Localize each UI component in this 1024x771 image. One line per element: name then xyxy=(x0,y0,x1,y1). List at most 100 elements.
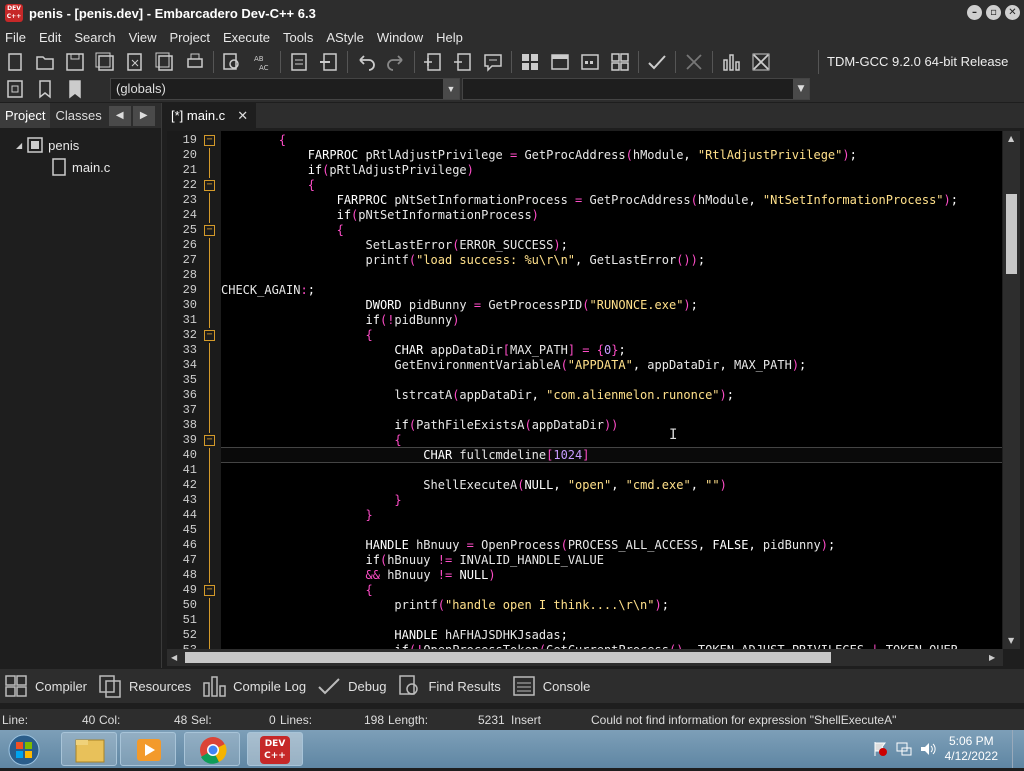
code-line[interactable]: 37 xyxy=(167,403,1002,418)
scope-combo[interactable]: (globals) ▼ xyxy=(110,78,460,100)
syntax-check-icon[interactable] xyxy=(646,51,668,73)
horizontal-scrollbar[interactable]: ◀ ▶ xyxy=(167,649,1003,666)
compiler-select[interactable]: TDM-GCC 9.2.0 64-bit Release xyxy=(818,50,1024,74)
project-options-icon[interactable] xyxy=(482,51,504,73)
code-line[interactable]: 32− { xyxy=(167,328,1002,343)
code-line[interactable]: 34 GetEnvironmentVariableA("APPDATA", ap… xyxy=(167,358,1002,373)
tab-resources[interactable]: Resources xyxy=(97,673,191,699)
replace-icon[interactable]: AB AC xyxy=(251,51,273,73)
run-icon[interactable] xyxy=(549,51,571,73)
code-line[interactable]: 39− { xyxy=(167,433,1002,448)
code-line[interactable]: 25− { xyxy=(167,223,1002,238)
code-line[interactable]: 30 DWORD pidBunny = GetProcessPID("RUNON… xyxy=(167,298,1002,313)
taskbar-devcpp[interactable]: DEV C++ xyxy=(247,732,303,766)
code-line[interactable]: 20 FARPROC pRtlAdjustPrivilege = GetProc… xyxy=(167,148,1002,163)
remove-file-icon[interactable] xyxy=(452,51,474,73)
scroll-left-icon[interactable]: ◀ xyxy=(171,653,177,662)
insert-code-icon[interactable] xyxy=(4,78,26,100)
code-line[interactable]: 33 CHAR appDataDir[MAX_PATH] = {0}; xyxy=(167,343,1002,358)
goto-bookmark-icon[interactable] xyxy=(64,78,86,100)
scroll-down-icon[interactable]: ▼ xyxy=(1008,636,1014,645)
chevron-down-icon[interactable]: ▼ xyxy=(793,79,809,99)
tree-project-node[interactable]: ◢ penis xyxy=(0,134,161,156)
menu-tools[interactable]: Tools xyxy=(283,30,313,45)
collapse-arrow-icon[interactable]: ◢ xyxy=(16,141,22,150)
minimize-button[interactable]: – xyxy=(967,5,982,20)
fold-toggle-icon[interactable]: − xyxy=(204,585,215,596)
code-line[interactable]: 52 HANDLE hAFHAJSDHKJsadas; xyxy=(167,628,1002,643)
menu-file[interactable]: File xyxy=(5,30,26,45)
volume-icon[interactable] xyxy=(919,740,937,758)
menu-window[interactable]: Window xyxy=(377,30,423,45)
close-all-icon[interactable] xyxy=(154,51,176,73)
code-line[interactable]: 22− { xyxy=(167,178,1002,193)
close-window-button[interactable]: ✕ xyxy=(1005,5,1020,20)
save-all-icon[interactable] xyxy=(94,51,116,73)
chevron-down-icon[interactable]: ▼ xyxy=(443,79,459,99)
code-line[interactable]: 50 printf("handle open I think....\r\n")… xyxy=(167,598,1002,613)
code-line[interactable]: 51 xyxy=(167,613,1002,628)
new-file-icon[interactable] xyxy=(4,51,26,73)
new-project-icon[interactable] xyxy=(422,51,444,73)
code-line[interactable]: 43 } xyxy=(167,493,1002,508)
fold-toggle-icon[interactable]: − xyxy=(204,435,215,446)
redo-icon[interactable] xyxy=(385,51,407,73)
print-icon[interactable] xyxy=(184,51,206,73)
show-desktop-button[interactable] xyxy=(1012,730,1024,768)
tab-debug[interactable]: Debug xyxy=(316,673,386,699)
tab-scroll-left-icon[interactable]: ◀ xyxy=(108,105,131,126)
taskbar-media-player[interactable] xyxy=(120,732,176,766)
action-center-flag-icon[interactable] xyxy=(871,740,889,758)
tab-project[interactable]: Project xyxy=(0,103,51,128)
maximize-button[interactable]: ▫ xyxy=(986,5,1001,20)
code-line[interactable]: 36 lstrcatA(appDataDir, "com.alienmelon.… xyxy=(167,388,1002,403)
code-line[interactable]: 21 if(pRtlAdjustPrivilege) xyxy=(167,163,1002,178)
tab-classes[interactable]: Classes xyxy=(50,103,106,128)
tab-find-results[interactable]: Find Results xyxy=(396,673,501,699)
code-line[interactable]: 23 FARPROC pNtSetInformationProcess = Ge… xyxy=(167,193,1002,208)
tab-main-c[interactable]: [*] main.c ✕ xyxy=(163,103,257,128)
code-line[interactable]: 44 } xyxy=(167,508,1002,523)
code-editor[interactable]: 19− {20 FARPROC pRtlAdjustPrivilege = Ge… xyxy=(167,131,1002,649)
fold-toggle-icon[interactable]: − xyxy=(204,330,215,341)
menu-astyle[interactable]: AStyle xyxy=(326,30,364,45)
compile-icon[interactable] xyxy=(519,51,541,73)
code-line[interactable]: 48 && hBnuuy != NULL) xyxy=(167,568,1002,583)
scroll-right-icon[interactable]: ▶ xyxy=(989,653,995,662)
code-line[interactable]: 41 xyxy=(167,463,1002,478)
menu-help[interactable]: Help xyxy=(436,30,463,45)
code-line[interactable]: 40 CHAR fullcmdeline[1024] xyxy=(167,447,1002,463)
open-folder-icon[interactable] xyxy=(34,51,56,73)
indent-icon[interactable] xyxy=(288,51,310,73)
close-icon[interactable]: ✕ xyxy=(237,103,248,128)
fold-toggle-icon[interactable]: − xyxy=(204,225,215,236)
code-line[interactable]: 19− { xyxy=(167,133,1002,148)
code-line[interactable]: 38 if(PathFileExistsA(appDataDir)) xyxy=(167,418,1002,433)
delete-profile-icon[interactable] xyxy=(750,51,772,73)
tab-console[interactable]: Console xyxy=(511,673,590,699)
taskbar-explorer[interactable] xyxy=(61,732,117,766)
menu-search[interactable]: Search xyxy=(74,30,115,45)
horizontal-scroll-thumb[interactable] xyxy=(185,652,831,663)
code-line[interactable]: 45 xyxy=(167,523,1002,538)
clock[interactable]: 5:06 PM 4/12/2022 xyxy=(945,734,998,764)
code-line[interactable]: 49− { xyxy=(167,583,1002,598)
vertical-scroll-thumb[interactable] xyxy=(1006,194,1017,274)
stop-execution-icon[interactable] xyxy=(683,51,705,73)
code-line[interactable]: 26 SetLastError(ERROR_SUCCESS); xyxy=(167,238,1002,253)
code-line[interactable]: 27 printf("load success: %u\r\n", GetLas… xyxy=(167,253,1002,268)
code-line[interactable]: 42 ShellExecuteA(NULL, "open", "cmd.exe"… xyxy=(167,478,1002,493)
scroll-up-icon[interactable]: ▲ xyxy=(1008,134,1014,143)
find-icon[interactable] xyxy=(221,51,243,73)
code-line[interactable]: 46 HANDLE hBnuuy = OpenProcess(PROCESS_A… xyxy=(167,538,1002,553)
profile-icon[interactable] xyxy=(720,51,742,73)
toggle-bookmark-icon[interactable] xyxy=(34,78,56,100)
tab-scroll-right-icon[interactable]: ▶ xyxy=(132,105,155,126)
menu-view[interactable]: View xyxy=(129,30,157,45)
save-icon[interactable] xyxy=(64,51,86,73)
menu-edit[interactable]: Edit xyxy=(39,30,61,45)
unindent-icon[interactable] xyxy=(318,51,340,73)
menu-project[interactable]: Project xyxy=(170,30,210,45)
code-line[interactable]: 35 xyxy=(167,373,1002,388)
menu-execute[interactable]: Execute xyxy=(223,30,270,45)
